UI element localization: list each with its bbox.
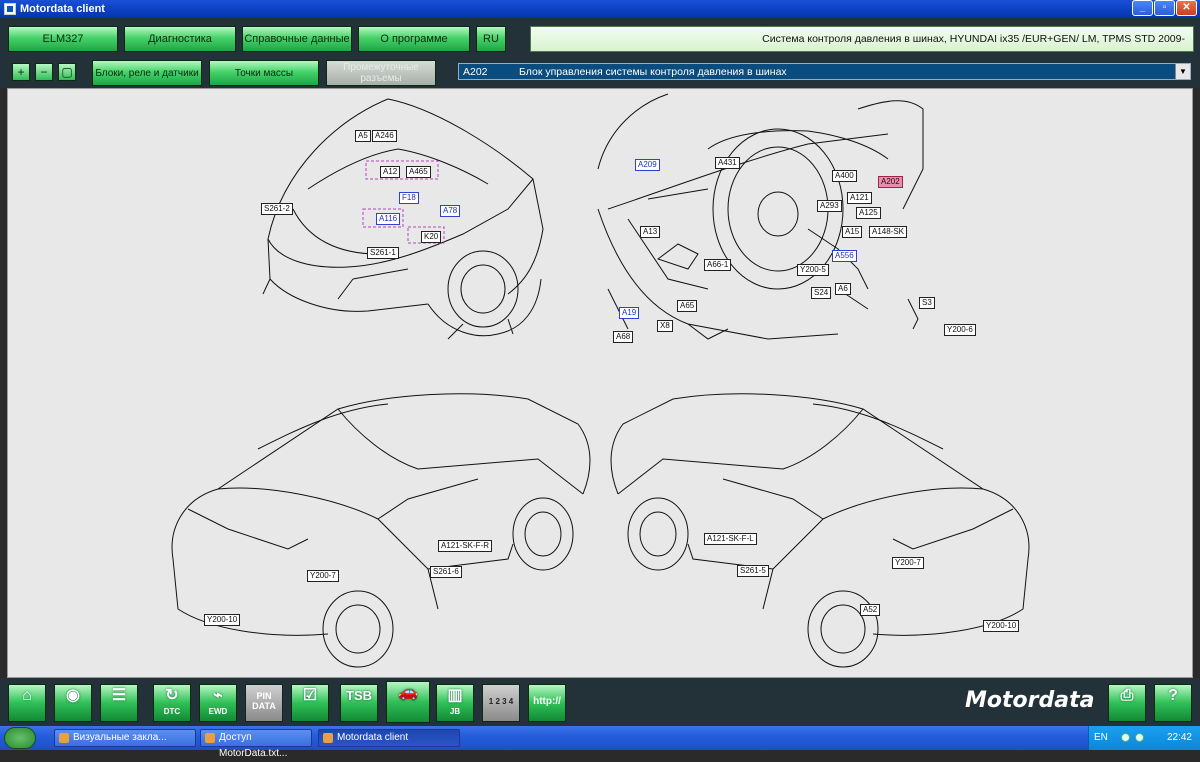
ewd-icon[interactable]: ⌁ EWD xyxy=(199,684,237,722)
tab-about[interactable]: О программе xyxy=(358,26,470,52)
component-select[interactable]: A202 Блок управления системы контроля да… xyxy=(458,63,1191,80)
brand-logo: Motordata xyxy=(965,688,1095,713)
component-label[interactable]: S24 xyxy=(811,287,832,299)
tab-reference-data[interactable]: Справочные данные xyxy=(242,26,352,52)
taskbar-item-active[interactable]: Motordata client xyxy=(318,729,460,747)
component-location-diagram: A5 A246 A12 A465 F18 A78 A116 K20 S261-2… xyxy=(7,88,1193,678)
language-indicator[interactable]: EN xyxy=(1094,732,1108,743)
pin-data-icon[interactable]: PIN DATA xyxy=(245,684,283,722)
component-label[interactable]: Y200-7 xyxy=(307,570,339,582)
system-tray: EN 22:42 xyxy=(1088,726,1200,750)
http-icon[interactable]: http:// xyxy=(528,684,566,722)
car-line-drawings xyxy=(171,93,1030,668)
tab-blocks-relays-sensors[interactable]: Блоки, реле и датчики xyxy=(92,60,202,86)
component-label[interactable]: A246 xyxy=(372,130,397,142)
component-label[interactable]: A65 xyxy=(677,300,698,312)
component-label[interactable]: A6 xyxy=(835,283,851,295)
component-label[interactable]: A556 xyxy=(832,250,857,262)
language-button[interactable]: RU xyxy=(476,26,506,52)
component-label[interactable]: A116 xyxy=(376,213,401,225)
window-title: Motordata client xyxy=(20,3,105,15)
title-bar: Motordata client _ ▫ ✕ xyxy=(0,0,1200,18)
component-label[interactable]: A148-SK xyxy=(869,226,908,238)
component-label[interactable]: A400 xyxy=(832,170,857,182)
network-icon[interactable] xyxy=(1121,733,1130,742)
component-label[interactable]: A13 xyxy=(640,226,661,238)
component-label[interactable]: A121 xyxy=(847,192,872,204)
component-label[interactable]: A52 xyxy=(860,604,881,616)
component-label[interactable]: A78 xyxy=(440,205,461,217)
component-label[interactable]: A125 xyxy=(856,207,881,219)
home-icon[interactable]: ⌂ xyxy=(8,684,46,722)
clock: 22:42 xyxy=(1166,732,1192,743)
component-label[interactable]: Y200-5 xyxy=(797,264,829,276)
component-label[interactable]: A15 xyxy=(842,226,863,238)
rear-right-car-drawing xyxy=(610,393,1030,668)
tab-diagnostics[interactable]: Диагностика xyxy=(124,26,236,52)
app-icon xyxy=(4,3,16,15)
component-label[interactable]: S261-5 xyxy=(737,565,769,577)
selected-component-label[interactable]: A202 xyxy=(878,176,903,188)
dtc-icon[interactable]: ↻ DTC xyxy=(153,684,191,722)
component-code: A202 xyxy=(463,66,488,78)
component-label[interactable]: Y200-10 xyxy=(204,614,241,626)
tab-intermediate-connectors[interactable]: Промежуточные разъемы xyxy=(326,60,436,86)
chevron-down-icon[interactable]: ▼ xyxy=(1175,64,1190,79)
component-label[interactable]: A121-SK-F-L xyxy=(704,533,757,545)
taskbar-item[interactable]: Визуальные закла... xyxy=(54,729,196,747)
component-label[interactable]: Y200-10 xyxy=(983,620,1020,632)
component-description: Блок управления системы контроля давлени… xyxy=(519,66,787,78)
component-label[interactable]: A121-SK-F-R xyxy=(438,540,493,552)
zoom-in-icon[interactable]: + xyxy=(12,63,30,81)
component-label[interactable]: S261-1 xyxy=(367,247,399,259)
document-icon[interactable]: ☰ xyxy=(100,684,138,722)
component-label[interactable]: A19 xyxy=(619,307,640,319)
main-toolbar: ELM327 Диагностика Справочные данные О п… xyxy=(0,18,1200,58)
start-button[interactable] xyxy=(4,727,36,749)
component-label[interactable]: Y200-7 xyxy=(892,557,924,569)
tsb-icon[interactable]: TSB xyxy=(340,684,378,722)
checklist-icon[interactable]: ☑ xyxy=(291,684,329,722)
component-label[interactable]: A12 xyxy=(380,166,401,178)
close-button[interactable]: ✕ xyxy=(1176,0,1197,16)
os-taskbar: Визуальные закла... Доступ MotorData.txt… xyxy=(0,726,1200,759)
component-label[interactable]: A209 xyxy=(635,159,660,171)
rear-left-car-drawing xyxy=(171,393,591,668)
component-label[interactable]: A5 xyxy=(355,130,371,142)
vehicle-system-status: Система контроля давления в шинах, HYUND… xyxy=(530,26,1194,52)
help-book-icon[interactable]: ? xyxy=(1154,684,1192,722)
component-label[interactable]: A293 xyxy=(817,200,842,212)
component-label[interactable]: A68 xyxy=(613,331,634,343)
component-label[interactable]: S3 xyxy=(919,297,935,309)
component-label[interactable]: S261-6 xyxy=(430,566,462,578)
tab-ground-points[interactable]: Точки массы xyxy=(209,60,319,86)
car-location-icon[interactable]: 🚗 xyxy=(386,681,430,723)
minimize-button[interactable]: _ xyxy=(1132,0,1153,16)
taskbar-item[interactable]: Доступ MotorData.txt... xyxy=(200,729,312,759)
component-label[interactable]: A66-1 xyxy=(704,259,732,271)
component-label[interactable]: A465 xyxy=(406,166,431,178)
component-label[interactable]: Y200-6 xyxy=(944,324,976,336)
component-label[interactable]: X8 xyxy=(657,320,673,332)
component-label[interactable]: F18 xyxy=(399,192,419,204)
component-label[interactable]: S261-2 xyxy=(261,203,293,215)
zoom-out-icon[interactable]: − xyxy=(35,63,53,81)
tab-elm327[interactable]: ELM327 xyxy=(8,26,118,52)
globe-icon[interactable]: ◉ xyxy=(54,684,92,722)
component-label[interactable]: K20 xyxy=(421,231,442,243)
component-label[interactable]: A431 xyxy=(715,157,740,169)
junction-box-icon[interactable]: ▥ JB xyxy=(436,684,474,722)
grid-1234-icon[interactable]: 1 2 3 4 xyxy=(482,684,520,722)
maximize-button[interactable]: ▫ xyxy=(1154,0,1175,16)
printer-icon[interactable]: ⎙ xyxy=(1108,684,1146,722)
volume-icon[interactable] xyxy=(1135,733,1144,742)
fit-view-icon[interactable]: ▢ xyxy=(58,63,76,81)
